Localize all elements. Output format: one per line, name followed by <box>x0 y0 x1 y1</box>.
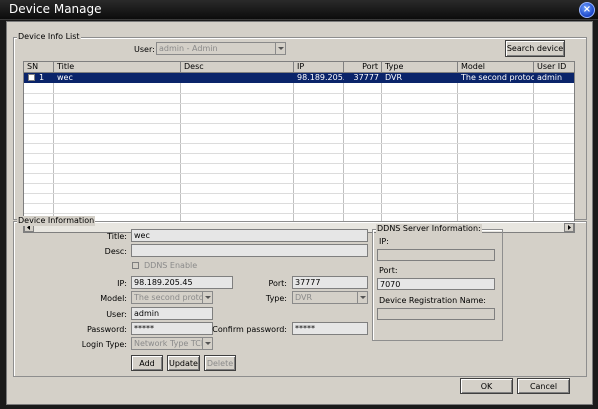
close-icon[interactable]: × <box>579 2 595 18</box>
ddns-enable-checkbox[interactable] <box>132 262 139 269</box>
port-label: Port: <box>268 279 287 288</box>
grid-line <box>24 153 574 154</box>
title-field[interactable]: wec <box>131 229 368 242</box>
device-table: SN Title Desc IP Port Type Model User ID… <box>23 61 575 233</box>
confirm-password-label: Confirm password: <box>212 325 287 334</box>
ddns-port-label: Port: <box>379 266 398 275</box>
delete-button[interactable]: Delete <box>204 355 236 371</box>
title-label: Title: <box>107 232 127 241</box>
cell-model: The second protocol <box>461 73 534 82</box>
chevron-down-icon <box>202 338 212 349</box>
grid-line <box>24 143 574 144</box>
grid-line <box>24 163 574 164</box>
user-filter-label: User: <box>134 45 155 54</box>
ip-field[interactable]: 98.189.205.45 <box>131 276 233 289</box>
grid-line <box>24 193 574 194</box>
user-field[interactable]: admin <box>131 307 213 320</box>
cancel-button[interactable]: Cancel <box>517 378 570 394</box>
ddns-port-field[interactable]: 7070 <box>377 278 495 290</box>
device-information-legend: Device Information <box>17 216 96 226</box>
desc-label: Desc: <box>104 247 127 256</box>
login-type-value: Network Type TCP <box>134 339 206 348</box>
cell-desc <box>181 73 294 83</box>
login-type-select[interactable]: Network Type TCP <box>131 337 213 350</box>
ip-label: IP: <box>117 279 127 288</box>
table-row[interactable]: 1 wec 98.189.205... 37777 DVR The second… <box>24 73 574 83</box>
cell-title: wec <box>57 73 73 82</box>
desc-field[interactable] <box>131 244 368 257</box>
ddns-server-legend: DDNS Server Information: <box>376 224 482 234</box>
model-label: Model: <box>100 294 127 303</box>
grid-line <box>24 133 574 134</box>
type-label: Type: <box>265 294 287 303</box>
grid-line <box>24 113 574 114</box>
ddns-ip-field[interactable] <box>377 249 495 261</box>
user-filter-select[interactable]: admin - Admin <box>156 42 286 55</box>
column-header-ip[interactable]: IP <box>294 62 344 73</box>
device-registration-name-field[interactable] <box>377 308 495 320</box>
user-label: User: <box>106 310 127 319</box>
column-header-port[interactable]: Port <box>344 62 382 73</box>
column-header-type[interactable]: Type <box>382 62 458 73</box>
password-label: Password: <box>86 325 127 334</box>
ddns-ip-label: IP: <box>379 237 389 246</box>
window-title: Device Manage <box>9 2 102 16</box>
login-type-label: Login Type: <box>81 340 127 349</box>
type-select[interactable]: DVR <box>292 291 368 304</box>
cell-ip: 98.189.205... <box>297 73 344 82</box>
grid-line <box>24 123 574 124</box>
chevron-down-icon <box>275 43 285 54</box>
dialog-body: Device Info List User: admin - Admin Sea… <box>6 21 593 405</box>
user-filter-value: admin - Admin <box>159 44 218 53</box>
row-checkbox[interactable] <box>28 74 35 81</box>
update-button[interactable]: Update <box>167 355 200 371</box>
add-button[interactable]: Add <box>131 355 163 371</box>
column-header-desc[interactable]: Desc <box>181 62 294 73</box>
grid-line <box>24 203 574 204</box>
password-field[interactable]: ***** <box>131 322 213 335</box>
grid-line <box>24 173 574 174</box>
type-value: DVR <box>295 293 313 302</box>
cell-sn: 1 <box>39 73 45 82</box>
column-header-model[interactable]: Model <box>458 62 534 73</box>
grid-line <box>24 103 574 104</box>
cell-port: 37777 <box>353 73 379 82</box>
ddns-enable-label: DDNS Enable <box>144 261 198 270</box>
device-manage-window: Device Manage × Device Info List User: a… <box>0 0 598 409</box>
column-header-sn[interactable]: SN <box>24 62 54 73</box>
chevron-down-icon <box>202 292 212 303</box>
device-registration-name-label: Device Registration Name: <box>379 296 486 305</box>
column-header-user-id[interactable]: User ID <box>534 62 574 73</box>
ok-button[interactable]: OK <box>460 378 513 394</box>
confirm-password-field[interactable]: ***** <box>292 322 368 335</box>
search-device-button[interactable]: Search device <box>505 40 565 57</box>
grid-line <box>24 183 574 184</box>
column-header-title[interactable]: Title <box>54 62 181 73</box>
device-info-list-legend: Device Info List <box>17 32 81 42</box>
port-field[interactable]: 37777 <box>292 276 368 289</box>
chevron-down-icon <box>357 292 367 303</box>
grid-line <box>24 213 574 214</box>
model-select[interactable]: The second protocol <box>131 291 213 304</box>
cell-type: DVR <box>385 73 403 82</box>
grid-line <box>24 93 574 94</box>
title-bar[interactable]: Device Manage × <box>0 0 598 20</box>
cell-user-id: admin <box>537 73 563 82</box>
